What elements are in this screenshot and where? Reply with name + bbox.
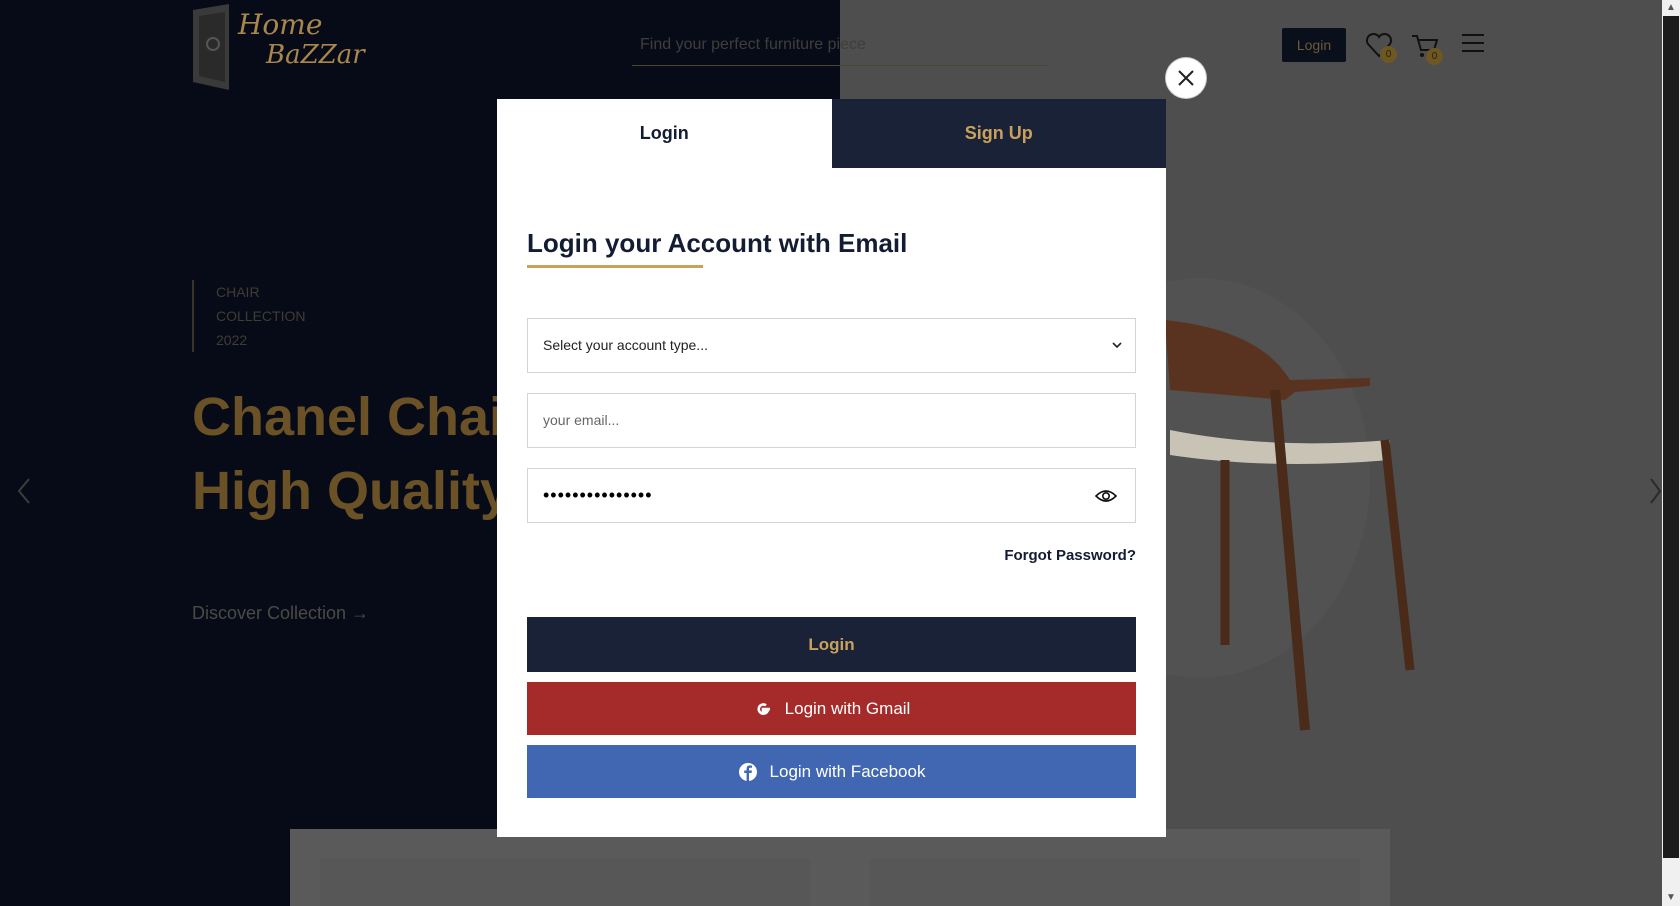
email-placeholder: your email... <box>543 412 620 428</box>
login-with-facebook-button[interactable]: Login with Facebook <box>527 745 1136 798</box>
form-title: Login your Account with Email <box>527 228 908 258</box>
cart-count-badge: 0 <box>1426 48 1443 65</box>
logo-line-1: Home <box>238 8 323 41</box>
chevron-left-icon[interactable] <box>14 476 34 506</box>
close-icon <box>1178 70 1194 86</box>
collection-tag: CHAIR COLLECTION 2022 <box>192 280 305 352</box>
search-input[interactable]: Find your perfect furniture piece <box>632 30 1048 66</box>
facebook-icon <box>738 762 757 781</box>
hero-title-line-2: High Quality <box>192 461 511 521</box>
scroll-down-icon[interactable]: ▼ <box>1662 890 1680 906</box>
tab-sign-up[interactable]: Sign Up <box>831 99 1166 168</box>
google-icon <box>757 702 770 715</box>
hero-title: Chanel Chair High Quality <box>192 380 525 528</box>
tab-login[interactable]: Login <box>497 99 832 168</box>
login-with-gmail-button[interactable]: Login with Gmail <box>527 682 1136 735</box>
tag-line-3: 2022 <box>216 332 248 348</box>
chevron-down-icon <box>1112 342 1122 349</box>
account-type-select[interactable]: Select your account type... <box>527 318 1136 373</box>
close-modal-button[interactable] <box>1166 58 1206 98</box>
login-form: Login your Account with Email Select you… <box>497 228 1166 798</box>
account-type-value: Select your account type... <box>543 337 708 353</box>
password-field[interactable]: ••••••••••••••• <box>527 468 1136 523</box>
title-underline <box>527 265 703 268</box>
scrollbar-thumb[interactable] <box>1663 16 1679 858</box>
logo-text: Home BaZZar <box>238 8 365 71</box>
wishlist-button[interactable]: 0 <box>1364 30 1397 63</box>
auth-tabs: Login Sign Up <box>497 99 1166 168</box>
discover-collection-link[interactable]: Discover Collection → <box>192 603 369 624</box>
chair-image <box>1165 320 1415 731</box>
logo-line-2: BaZZar <box>266 40 365 70</box>
login-submit-button[interactable]: Login <box>527 617 1136 672</box>
vertical-scrollbar[interactable]: ▲ ▼ <box>1662 0 1680 906</box>
scroll-up-icon[interactable]: ▲ <box>1662 0 1680 16</box>
login-modal: Login Sign Up Login your Account with Em… <box>497 99 1166 837</box>
tag-line-2: COLLECTION <box>216 308 306 324</box>
login-button-label: Login <box>808 635 855 654</box>
wishlist-count-badge: 0 <box>1380 46 1397 63</box>
header-login-button[interactable]: Login <box>1282 28 1346 62</box>
gmail-button-label: Login with Gmail <box>784 699 911 718</box>
eye-icon[interactable] <box>1095 487 1117 505</box>
cart-button[interactable]: 0 <box>1410 30 1443 65</box>
chevron-right-icon[interactable] <box>1648 476 1662 506</box>
email-field[interactable]: your email... <box>527 393 1136 448</box>
hamburger-menu-icon[interactable] <box>1462 34 1484 54</box>
collection-card[interactable] <box>320 859 810 906</box>
collection-card[interactable] <box>870 859 1360 906</box>
password-value: ••••••••••••••• <box>543 485 653 505</box>
facebook-button-label: Login with Facebook <box>769 762 926 781</box>
forgot-password-link[interactable]: Forgot Password? <box>527 547 1136 564</box>
tag-line-1: CHAIR <box>216 284 260 300</box>
hero-title-line-1: Chanel Chair <box>192 387 526 447</box>
